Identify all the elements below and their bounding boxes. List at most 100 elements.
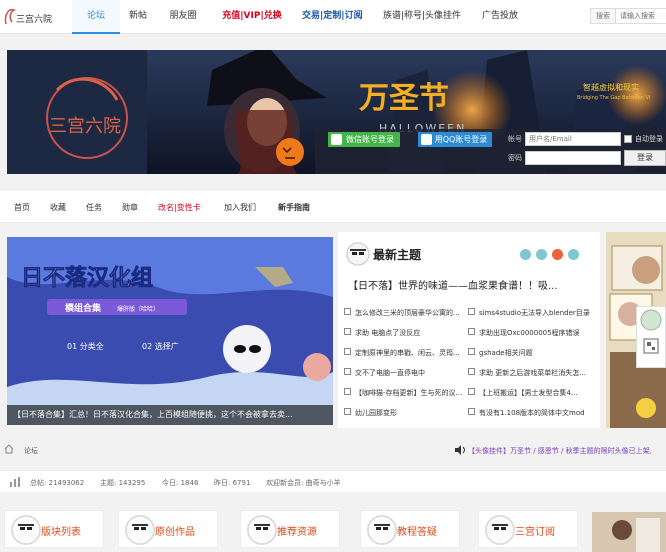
banner-title: 万圣节 bbox=[359, 81, 449, 116]
stat-welcome: 欢迎新会员: 曲奇与小羊 bbox=[266, 479, 341, 487]
thread-item[interactable]: gshade相关问题 bbox=[468, 348, 600, 360]
thread-item[interactable]: 有没有1.108版本的简体中文mod bbox=[468, 408, 600, 420]
nav-item-1[interactable]: 新帖 bbox=[120, 0, 156, 34]
login-submit-button[interactable]: 登录 bbox=[624, 150, 666, 166]
search-button[interactable]: 搜索 bbox=[590, 8, 616, 24]
latest-threads-title: 最新主题 bbox=[373, 248, 422, 262]
slide-dot[interactable] bbox=[520, 249, 531, 260]
category-label: 教程答疑 bbox=[397, 527, 437, 538]
breadcrumb: 论坛 【头像挂件】万圣节 / 感恩节 / 秋季主题的限时头像已上架, bbox=[0, 437, 666, 463]
category-label: 推荐资源 bbox=[277, 527, 317, 538]
carousel-box-sub: 爆肝版（哈哈） bbox=[117, 305, 159, 313]
stats-icon bbox=[10, 477, 20, 487]
category-card[interactable]: 原创作品 bbox=[118, 510, 218, 548]
wechat-icon bbox=[331, 134, 342, 145]
thread-item[interactable]: 交不了电脑一直停电中 bbox=[344, 368, 468, 380]
search-box: 搜索 bbox=[590, 8, 666, 24]
thread-item[interactable]: 求助出现Oxc0000005程序错误 bbox=[468, 328, 600, 340]
site-logo[interactable]: 三宫六院 bbox=[2, 4, 60, 30]
carousel-art: 日不落汉化组 模组合集 爆肝版（哈哈） 01 分类全 02 选择广 bbox=[7, 237, 333, 425]
category-side-image[interactable] bbox=[592, 512, 666, 552]
breadcrumb-forum[interactable]: 论坛 bbox=[24, 446, 38, 456]
qq-login-button[interactable]: 用QQ账号登录 bbox=[418, 132, 492, 147]
subnav-item-5[interactable]: 加入我们 bbox=[224, 202, 256, 213]
mascot-icon bbox=[346, 242, 370, 266]
banner-tagline-en: Bridging The Gap Between Vi bbox=[577, 95, 650, 101]
username-input[interactable] bbox=[525, 132, 621, 146]
category-card[interactable]: 推荐资源 bbox=[240, 510, 340, 548]
logo-icon: 三宫六院 bbox=[4, 8, 52, 25]
thread-item[interactable]: 【上班搬运】【男士发型合集4... bbox=[468, 388, 600, 400]
nav-item-4[interactable]: 交易|定制|订阅 bbox=[302, 0, 363, 34]
login-panel: 微信账号登录 用QQ账号登录 帐号 密码 自动登录 登录 bbox=[315, 129, 666, 174]
category-label: 版块列表 bbox=[41, 527, 81, 538]
qq-icon bbox=[421, 134, 432, 145]
top-navbar: 三宫六院 论坛 新帖 朋友圈 充值|VIP|兑换 交易|定制|订阅 族谱|称号|头像挂件广… bbox=[0, 0, 666, 34]
user-label: 帐号 bbox=[508, 135, 522, 143]
page: 三宫六院 论坛 新帖 朋友圈 充值|VIP|兑换 交易|定制|订阅 族谱|称号|头像挂件广… bbox=[0, 0, 666, 552]
stat-yesterday: 昨日: 6791 bbox=[214, 479, 251, 487]
stat-today: 今日: 1846 bbox=[162, 479, 199, 487]
search-input[interactable] bbox=[616, 8, 666, 24]
floating-toolbar bbox=[636, 306, 666, 368]
auto-login-checkbox[interactable] bbox=[624, 135, 632, 143]
logo-text: 三宫六院 bbox=[16, 13, 52, 25]
nav-item-6[interactable]: 广告投放 bbox=[480, 0, 520, 34]
category-card[interactable]: 版块列表 bbox=[4, 510, 104, 548]
thread-item[interactable]: 求助 电脑点了没反应 bbox=[344, 328, 468, 340]
category-icon bbox=[485, 515, 515, 545]
subnav-item-2[interactable]: 任务 bbox=[86, 202, 102, 213]
latest-threads-panel: 最新主题 【日不落】世界的味道——血浆果食谱！！吸... 怎么修改三米的顶层豪华… bbox=[338, 232, 600, 428]
thread-item[interactable]: 求助 更新之后游戏菜单栏消失怎... bbox=[468, 368, 600, 380]
category-icon bbox=[125, 515, 155, 545]
subnav-item-4[interactable]: 改名|变性卡 bbox=[158, 202, 201, 213]
qrcode-icon[interactable] bbox=[643, 338, 659, 354]
wechat-login-label: 微信账号登录 bbox=[346, 135, 394, 144]
wechat-login-button[interactable]: 微信账号登录 bbox=[328, 132, 400, 147]
banner-tagline: 智越虚拟和现实 bbox=[583, 82, 639, 92]
announcement-link[interactable]: 【头像挂件】万圣节 / 感恩节 / 秋季主题的限时头像已上架, bbox=[468, 446, 652, 456]
password-label: 密码 bbox=[508, 154, 522, 162]
slide-dot-active[interactable] bbox=[552, 249, 563, 260]
speaker-icon bbox=[455, 445, 465, 455]
subnav-item-0[interactable]: 首页 bbox=[14, 202, 30, 213]
slide-dot[interactable] bbox=[536, 249, 547, 260]
slide-dot[interactable] bbox=[568, 249, 579, 260]
slide-dots bbox=[520, 249, 584, 260]
auto-login-label: 自动登录 bbox=[635, 135, 663, 143]
nav-item-0[interactable]: 论坛 bbox=[72, 0, 120, 34]
subnav-item-3[interactable]: 勋章 bbox=[122, 202, 138, 213]
category-label: 三宫订阅 bbox=[515, 527, 555, 538]
category-icon bbox=[11, 515, 41, 545]
thread-item[interactable]: 定制原神里的串戳、闲云、灵筠... bbox=[344, 348, 468, 360]
nav-item-5[interactable]: 族谱|称号|头像挂件 bbox=[382, 0, 462, 34]
headline-link[interactable]: 【日不落】世界的味道——血浆果食谱！！吸... bbox=[348, 277, 558, 292]
category-card[interactable]: 教程答疑 bbox=[360, 510, 460, 548]
thread-item[interactable]: sims4studio无法导入blender目录 bbox=[468, 308, 600, 320]
thread-item[interactable]: 怎么修改三米的顶层豪华公寓的... bbox=[344, 308, 468, 320]
stat-threads: 主题: 143295 bbox=[100, 479, 146, 487]
sub-nav: 首页 收藏 任务 勋章 改名|变性卡 加入我们 新手指南 bbox=[0, 189, 666, 223]
carousel-caption[interactable]: 【日不落合集】汇总！日不落汉化合集，上百模组随便挑，这个不会被拿去卖... bbox=[7, 405, 333, 425]
avatar-icon[interactable] bbox=[640, 309, 662, 331]
thread-item[interactable]: 【咖啡猫-存档更新】生与死的议... bbox=[344, 388, 468, 400]
carousel-step1: 01 分类全 bbox=[67, 341, 104, 351]
category-icon bbox=[247, 515, 277, 545]
home-icon[interactable] bbox=[4, 444, 14, 454]
thread-item[interactable]: 幼儿园那变形 bbox=[344, 408, 468, 420]
featured-carousel[interactable]: 日不落汉化组 模组合集 爆肝版（哈哈） 01 分类全 02 选择广 bbox=[7, 237, 333, 425]
carousel-box: 模组合集 bbox=[65, 302, 102, 314]
category-card[interactable]: 三宫订阅 bbox=[478, 510, 578, 548]
nav-item-3[interactable]: 充值|VIP|兑换 bbox=[222, 0, 282, 34]
forum-stats: 总帖: 21493062 主题: 143295 今日: 1846 昨日: 679… bbox=[0, 470, 666, 492]
subnav-item-6[interactable]: 新手指南 bbox=[278, 202, 310, 213]
banner-logo-text: 三宫六院 bbox=[49, 116, 121, 137]
password-input[interactable] bbox=[525, 151, 621, 165]
subnav-item-1[interactable]: 收藏 bbox=[50, 202, 66, 213]
nav-item-2[interactable]: 朋友圈 bbox=[160, 0, 206, 34]
qq-login-label: 用QQ账号登录 bbox=[434, 135, 488, 144]
category-label: 原创作品 bbox=[155, 527, 195, 538]
carousel-step2: 02 选择广 bbox=[142, 341, 179, 351]
stat-total-posts: 总帖: 21493062 bbox=[30, 479, 85, 487]
category-icon bbox=[367, 515, 397, 545]
